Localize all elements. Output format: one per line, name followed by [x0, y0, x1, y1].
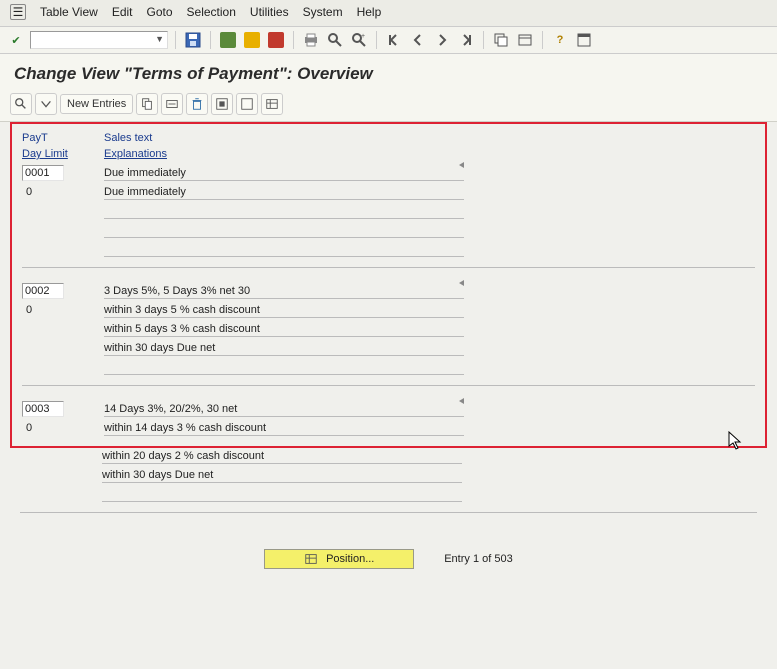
app-toolbar: New Entries — [0, 90, 777, 122]
day-limit-value: 0 — [22, 186, 32, 198]
col-header-day-limit: Day Limit — [22, 148, 104, 160]
config-icon[interactable] — [261, 93, 283, 115]
day-limit-value: 0 — [22, 304, 32, 316]
display-change-icon[interactable] — [10, 93, 32, 115]
col-header-sales-text: Sales text — [104, 132, 755, 144]
sales-text-field[interactable]: 14 Days 3%, 20/2%, 30 net — [104, 401, 464, 417]
payt-key-input[interactable]: 0002 — [22, 283, 64, 299]
first-page-icon[interactable] — [384, 30, 404, 50]
explanation-line[interactable] — [104, 203, 464, 219]
menu-edit[interactable]: Edit — [112, 5, 133, 19]
explanation-line[interactable]: within 30 days Due net — [102, 467, 462, 483]
new-session-icon[interactable] — [491, 30, 511, 50]
payment-term-entry: 0003 14 Days 3%, 20/2%, 30 net 0 within 1… — [22, 400, 755, 437]
explanation-line[interactable] — [104, 222, 464, 238]
help-icon[interactable]: ? — [550, 30, 570, 50]
explanation-line[interactable] — [104, 359, 464, 375]
copy-as-icon[interactable] — [136, 93, 158, 115]
explanation-line[interactable]: Due immediately — [104, 184, 464, 200]
col-header-payt: PayT — [22, 132, 104, 144]
find-next-icon[interactable]: + — [349, 30, 369, 50]
payt-key-input[interactable]: 0001 — [22, 165, 64, 181]
menu-goto[interactable]: Goto — [147, 5, 173, 19]
svg-text:+: + — [361, 33, 365, 40]
menu-selection[interactable]: Selection — [187, 5, 236, 19]
payment-term-entry-cont: within 20 days 2 % cash discount within … — [20, 447, 757, 513]
col-header-explanations: Explanations — [104, 148, 755, 160]
explanation-line[interactable]: within 14 days 3 % cash discount — [104, 420, 464, 436]
day-limit-value: 0 — [22, 422, 32, 434]
menu-help[interactable]: Help — [357, 5, 382, 19]
menu-bar: ☰ Table View Edit Goto Selection Utiliti… — [0, 0, 777, 27]
content-area: PayT Sales text Day Limit Explanations 0… — [0, 122, 777, 585]
exit-icon[interactable] — [242, 30, 262, 50]
find-icon[interactable] — [325, 30, 345, 50]
payt-key-input[interactable]: 0003 — [22, 401, 64, 417]
save-icon[interactable] — [183, 30, 203, 50]
standard-toolbar: ✔ + ? — [0, 27, 777, 54]
back-icon[interactable] — [218, 30, 238, 50]
select-all-icon[interactable] — [211, 93, 233, 115]
explanation-line[interactable] — [104, 241, 464, 257]
explanation-line[interactable] — [102, 486, 462, 502]
expand-icon[interactable] — [35, 93, 57, 115]
menu-table-view[interactable]: Table View — [40, 5, 98, 19]
highlight-region: PayT Sales text Day Limit Explanations 0… — [10, 122, 767, 448]
layout-icon[interactable] — [574, 30, 594, 50]
payment-term-entry: 0002 3 Days 5%, 5 Days 3% net 30 0 within… — [22, 282, 755, 386]
delete-icon[interactable] — [186, 93, 208, 115]
cancel-icon[interactable] — [266, 30, 286, 50]
deselect-all-icon[interactable] — [236, 93, 258, 115]
table-footer: Position... Entry 1 of 503 — [10, 535, 767, 575]
sap-menu-icon[interactable]: ☰ — [10, 4, 26, 20]
shortcut-icon[interactable] — [515, 30, 535, 50]
entry-counter: Entry 1 of 503 — [444, 553, 513, 565]
prev-page-icon[interactable] — [408, 30, 428, 50]
command-field[interactable] — [30, 31, 168, 49]
position-button[interactable]: Position... — [264, 549, 414, 569]
payment-term-entry: 0001 Due immediately 0 Due immediately — [22, 164, 755, 268]
field-content-icon[interactable] — [161, 93, 183, 115]
explanation-line[interactable]: within 30 days Due net — [104, 340, 464, 356]
sales-text-field[interactable]: 3 Days 5%, 5 Days 3% net 30 — [104, 283, 464, 299]
print-icon[interactable] — [301, 30, 321, 50]
menu-system[interactable]: System — [303, 5, 343, 19]
menu-utilities[interactable]: Utilities — [250, 5, 289, 19]
explanation-line[interactable]: within 5 days 3 % cash discount — [104, 321, 464, 337]
position-icon — [304, 552, 318, 566]
next-page-icon[interactable] — [432, 30, 452, 50]
explanation-line[interactable]: within 20 days 2 % cash discount — [102, 448, 462, 464]
page-title: Change View "Terms of Payment": Overview — [0, 54, 777, 90]
explanation-line[interactable]: within 3 days 5 % cash discount — [104, 302, 464, 318]
enter-icon[interactable]: ✔ — [6, 30, 26, 50]
new-entries-button[interactable]: New Entries — [60, 94, 133, 114]
last-page-icon[interactable] — [456, 30, 476, 50]
sales-text-field[interactable]: Due immediately — [104, 165, 464, 181]
